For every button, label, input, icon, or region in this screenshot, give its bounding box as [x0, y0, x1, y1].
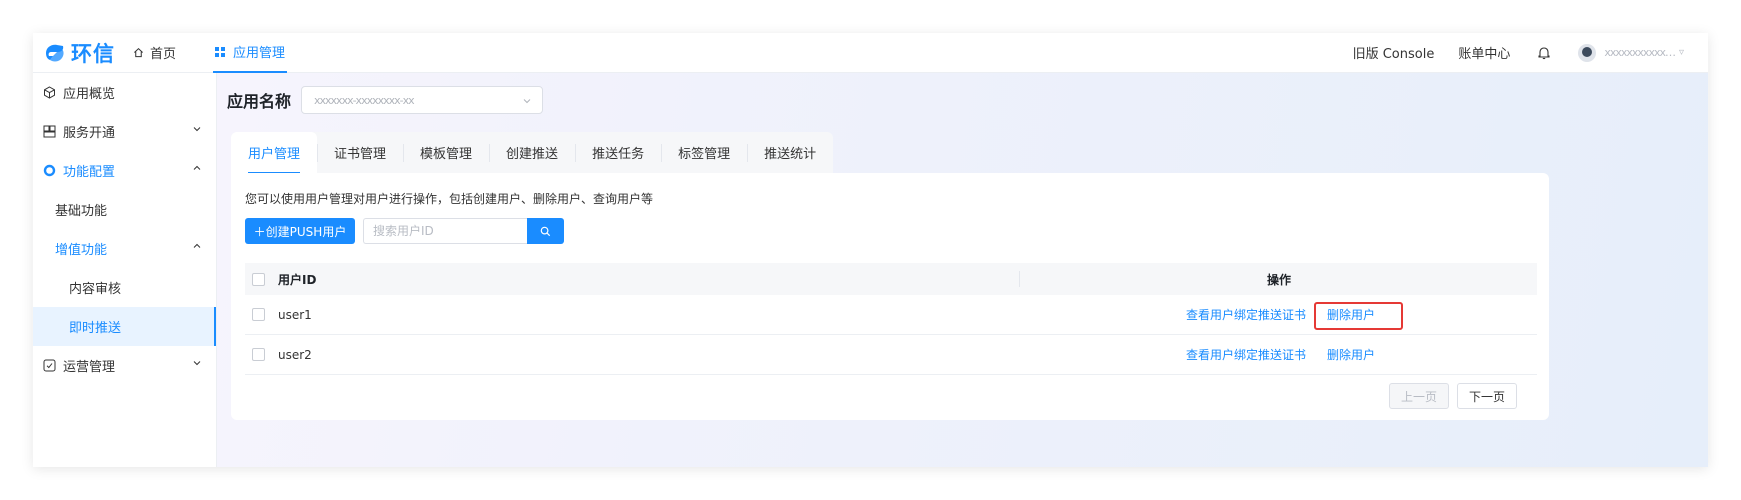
tab-template-management[interactable]: 模板管理	[403, 132, 489, 173]
sidebar-item-label: 增值功能	[55, 243, 108, 258]
sidebar-item-app-overview[interactable]: 应用概览	[33, 73, 216, 112]
chevron-down-icon	[193, 127, 201, 132]
sidebar-item-label: 即时推送	[69, 321, 122, 336]
server-icon	[43, 125, 56, 138]
nav-home-label: 首页	[150, 47, 177, 62]
sidebar-item-label: 内容审核	[69, 282, 122, 297]
old-console-link[interactable]: 旧版 Console	[1353, 43, 1435, 62]
tab-certificate-management[interactable]: 证书管理	[317, 132, 403, 173]
tab-tag-management[interactable]: 标签管理	[661, 132, 747, 173]
table-header: 用户ID 操作	[245, 263, 1537, 295]
search-button[interactable]	[527, 218, 564, 244]
table-row: user1 查看用户绑定推送证书 删除用户	[245, 295, 1537, 335]
sidebar-item-label: 基础功能	[55, 204, 108, 219]
tab-push-tasks[interactable]: 推送任务	[575, 132, 661, 173]
grid-icon	[215, 46, 226, 57]
sidebar-item-content-moderation[interactable]: 内容审核	[33, 268, 216, 307]
avatar[interactable]	[1578, 43, 1597, 62]
sidebar: 应用概览 服务开通 功能配置 基础功能 增值功能 内容审核 即时推送 运营管理	[33, 73, 217, 467]
home-icon	[134, 47, 143, 58]
sidebar-item-label: 服务开通	[63, 126, 116, 141]
sidebar-item-label: 应用概览	[63, 87, 116, 102]
tab-create-push[interactable]: 创建推送	[489, 132, 575, 173]
nav-home[interactable]: 首页	[133, 33, 176, 73]
bell-icon[interactable]	[1538, 46, 1550, 60]
sidebar-item-instant-push[interactable]: 即时推送	[33, 307, 216, 346]
logo-icon	[46, 44, 64, 61]
search-user-id-input[interactable]	[363, 218, 528, 244]
user-menu-caret-icon[interactable]: ▿	[1679, 47, 1684, 58]
user-management-panel: 您可以使用用户管理对用户进行操作，包括创建用户、删除用户、查询用户等 ＋创建PU…	[231, 173, 1549, 420]
view-bound-cert-link[interactable]: 查看用户绑定推送证书	[1186, 306, 1306, 323]
create-push-user-button[interactable]: ＋创建PUSH用户	[245, 218, 355, 244]
sidebar-item-operations[interactable]: 运营管理	[33, 346, 216, 385]
circle-icon	[43, 164, 56, 177]
cube-icon	[44, 86, 55, 99]
top-navbar: 环信 首页 应用管理 旧版 Console 账单中心 xxxxxxxxxxx… …	[33, 33, 1708, 73]
main-content: 应用名称 xxxxxxx-xxxxxxxx-xx 用户管理 证书管理 模板管理 …	[217, 73, 1708, 467]
row-checkbox[interactable]	[252, 348, 265, 361]
column-header-user-id: 用户ID	[278, 272, 317, 287]
sidebar-item-label: 功能配置	[63, 165, 116, 180]
billing-center-link[interactable]: 账单中心	[1458, 43, 1510, 62]
search-box	[363, 218, 564, 244]
sidebar-item-basic-features[interactable]: 基础功能	[33, 190, 216, 229]
chevron-down-icon	[523, 99, 531, 104]
user-name[interactable]: xxxxxxxxxxx…	[1604, 46, 1676, 59]
row-checkbox[interactable]	[252, 308, 265, 321]
app-window: 环信 首页 应用管理 旧版 Console 账单中心 xxxxxxxxxxx… …	[33, 33, 1708, 467]
user-id-cell: user1	[278, 307, 312, 322]
tab-bar: 用户管理 证书管理 模板管理 创建推送 推送任务 标签管理 推送统计	[231, 132, 834, 174]
checklist-icon	[43, 359, 56, 372]
search-icon	[540, 226, 551, 236]
nav-app-management-label: 应用管理	[233, 46, 286, 61]
pagination: 上一页 下一页	[1381, 383, 1517, 409]
next-page-button[interactable]: 下一页	[1457, 383, 1517, 409]
user-table: 用户ID 操作 user1 查看用户绑定推送证书 删除用户 user2 查看用户…	[245, 263, 1537, 375]
brand-name: 环信	[71, 41, 115, 66]
app-name-select[interactable]: xxxxxxx-xxxxxxxx-xx	[301, 86, 544, 114]
view-bound-cert-link[interactable]: 查看用户绑定推送证书	[1186, 346, 1306, 363]
nav-app-management[interactable]: 应用管理	[213, 33, 288, 73]
tab-user-management[interactable]: 用户管理	[231, 132, 318, 174]
prev-page-button[interactable]: 上一页	[1389, 383, 1449, 409]
brand-logo[interactable]: 环信	[43, 38, 115, 68]
sidebar-item-service-activation[interactable]: 服务开通	[33, 112, 216, 151]
app-name-value: xxxxxxx-xxxxxxxx-xx	[314, 94, 415, 107]
chevron-down-icon	[193, 361, 201, 366]
table-row: user2 查看用户绑定推送证书 删除用户	[245, 335, 1537, 375]
tab-push-statistics[interactable]: 推送统计	[747, 132, 833, 173]
column-divider	[1019, 271, 1020, 287]
chevron-up-icon	[193, 243, 201, 248]
panel-description: 您可以使用用户管理对用户进行操作，包括创建用户、删除用户、查询用户等	[245, 192, 654, 206]
select-all-checkbox[interactable]	[252, 272, 265, 286]
column-header-operations: 操作	[1267, 272, 1292, 287]
sidebar-item-label: 运营管理	[63, 360, 116, 375]
user-id-cell: user2	[278, 347, 312, 362]
app-name-label: 应用名称	[227, 92, 292, 111]
delete-user-link[interactable]: 删除用户	[1327, 346, 1375, 363]
sidebar-item-value-added[interactable]: 增值功能	[33, 229, 216, 268]
delete-user-link[interactable]: 删除用户	[1327, 306, 1375, 323]
chevron-up-icon	[193, 165, 201, 170]
sidebar-item-feature-config[interactable]: 功能配置	[33, 151, 216, 190]
